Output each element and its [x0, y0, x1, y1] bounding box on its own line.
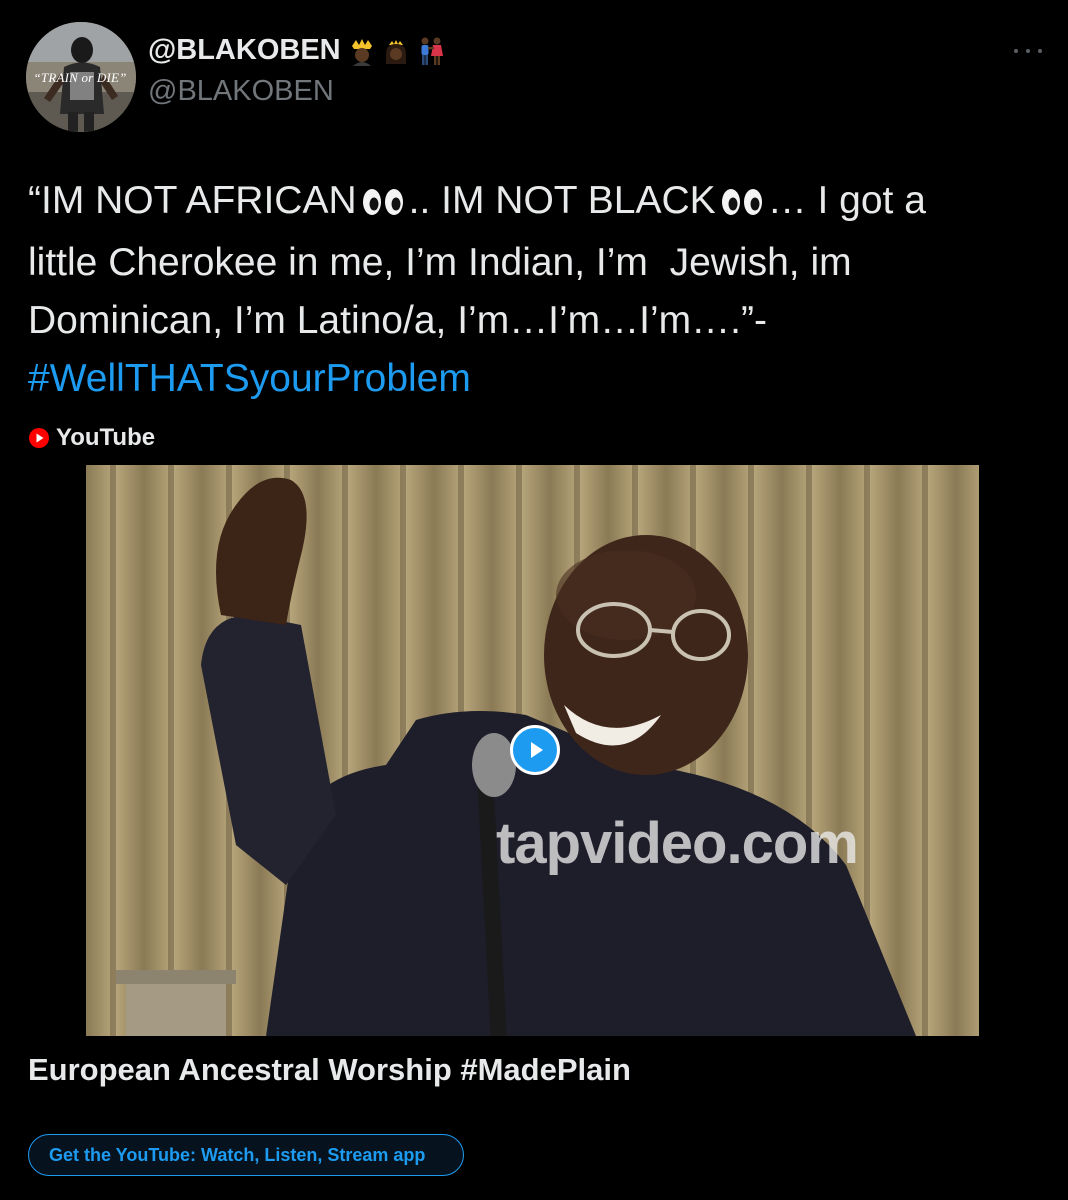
handle[interactable]: @BLAKOBEN [148, 75, 334, 108]
princess-emoji-icon [386, 40, 406, 64]
tweet-line-2: little Cherokee in me, I’m Indian, I’m J… [28, 241, 852, 284]
video-watermark: tapvideo.com [496, 811, 859, 876]
avatar[interactable]: “TRAIN or DIE” [26, 22, 136, 132]
tweet-line-3: Dominican, I’m Latino/a, I’m…I’m…I’m….”- [28, 299, 767, 342]
more-options-icon[interactable] [1014, 42, 1042, 60]
tweet: “TRAIN or DIE” @BLAKOBEN @BLAKOBEN “IM N… [0, 0, 1068, 1200]
get-app-button[interactable]: Get the YouTube: Watch, Listen, Stream a… [28, 1134, 464, 1176]
tweet-text-segment: .. IM NOT BLACK [408, 179, 716, 222]
youtube-icon [29, 428, 49, 448]
tweet-text-segment: … I got a [767, 179, 926, 222]
eyes-emoji-icon [720, 176, 764, 234]
queen-emoji-icon [352, 39, 372, 66]
play-button[interactable] [510, 725, 560, 775]
tweet-line-1: “IM NOT AFRICAN .. IM NOT BLACK … I got a [28, 172, 1048, 234]
eyes-emoji-icon [361, 176, 405, 234]
avatar-caption: “TRAIN or DIE” [33, 70, 127, 85]
card-source: YouTube [28, 424, 155, 452]
name-emojis [348, 36, 446, 66]
tweet-text-segment: “IM NOT AFRICAN [28, 179, 357, 222]
tweet-text: “IM NOT AFRICAN.. IM NOT BLACK… I got a … [28, 172, 1048, 408]
tweet-hashtag[interactable]: #WellTHATSyourProblem [28, 350, 1048, 408]
video-title[interactable]: European Ancestral Worship #MadePlain [28, 1052, 631, 1088]
play-icon [531, 742, 543, 758]
couple-emoji-icon [421, 37, 443, 65]
display-name[interactable]: @BLAKOBEN [148, 34, 341, 67]
card-source-label: YouTube [56, 424, 156, 451]
